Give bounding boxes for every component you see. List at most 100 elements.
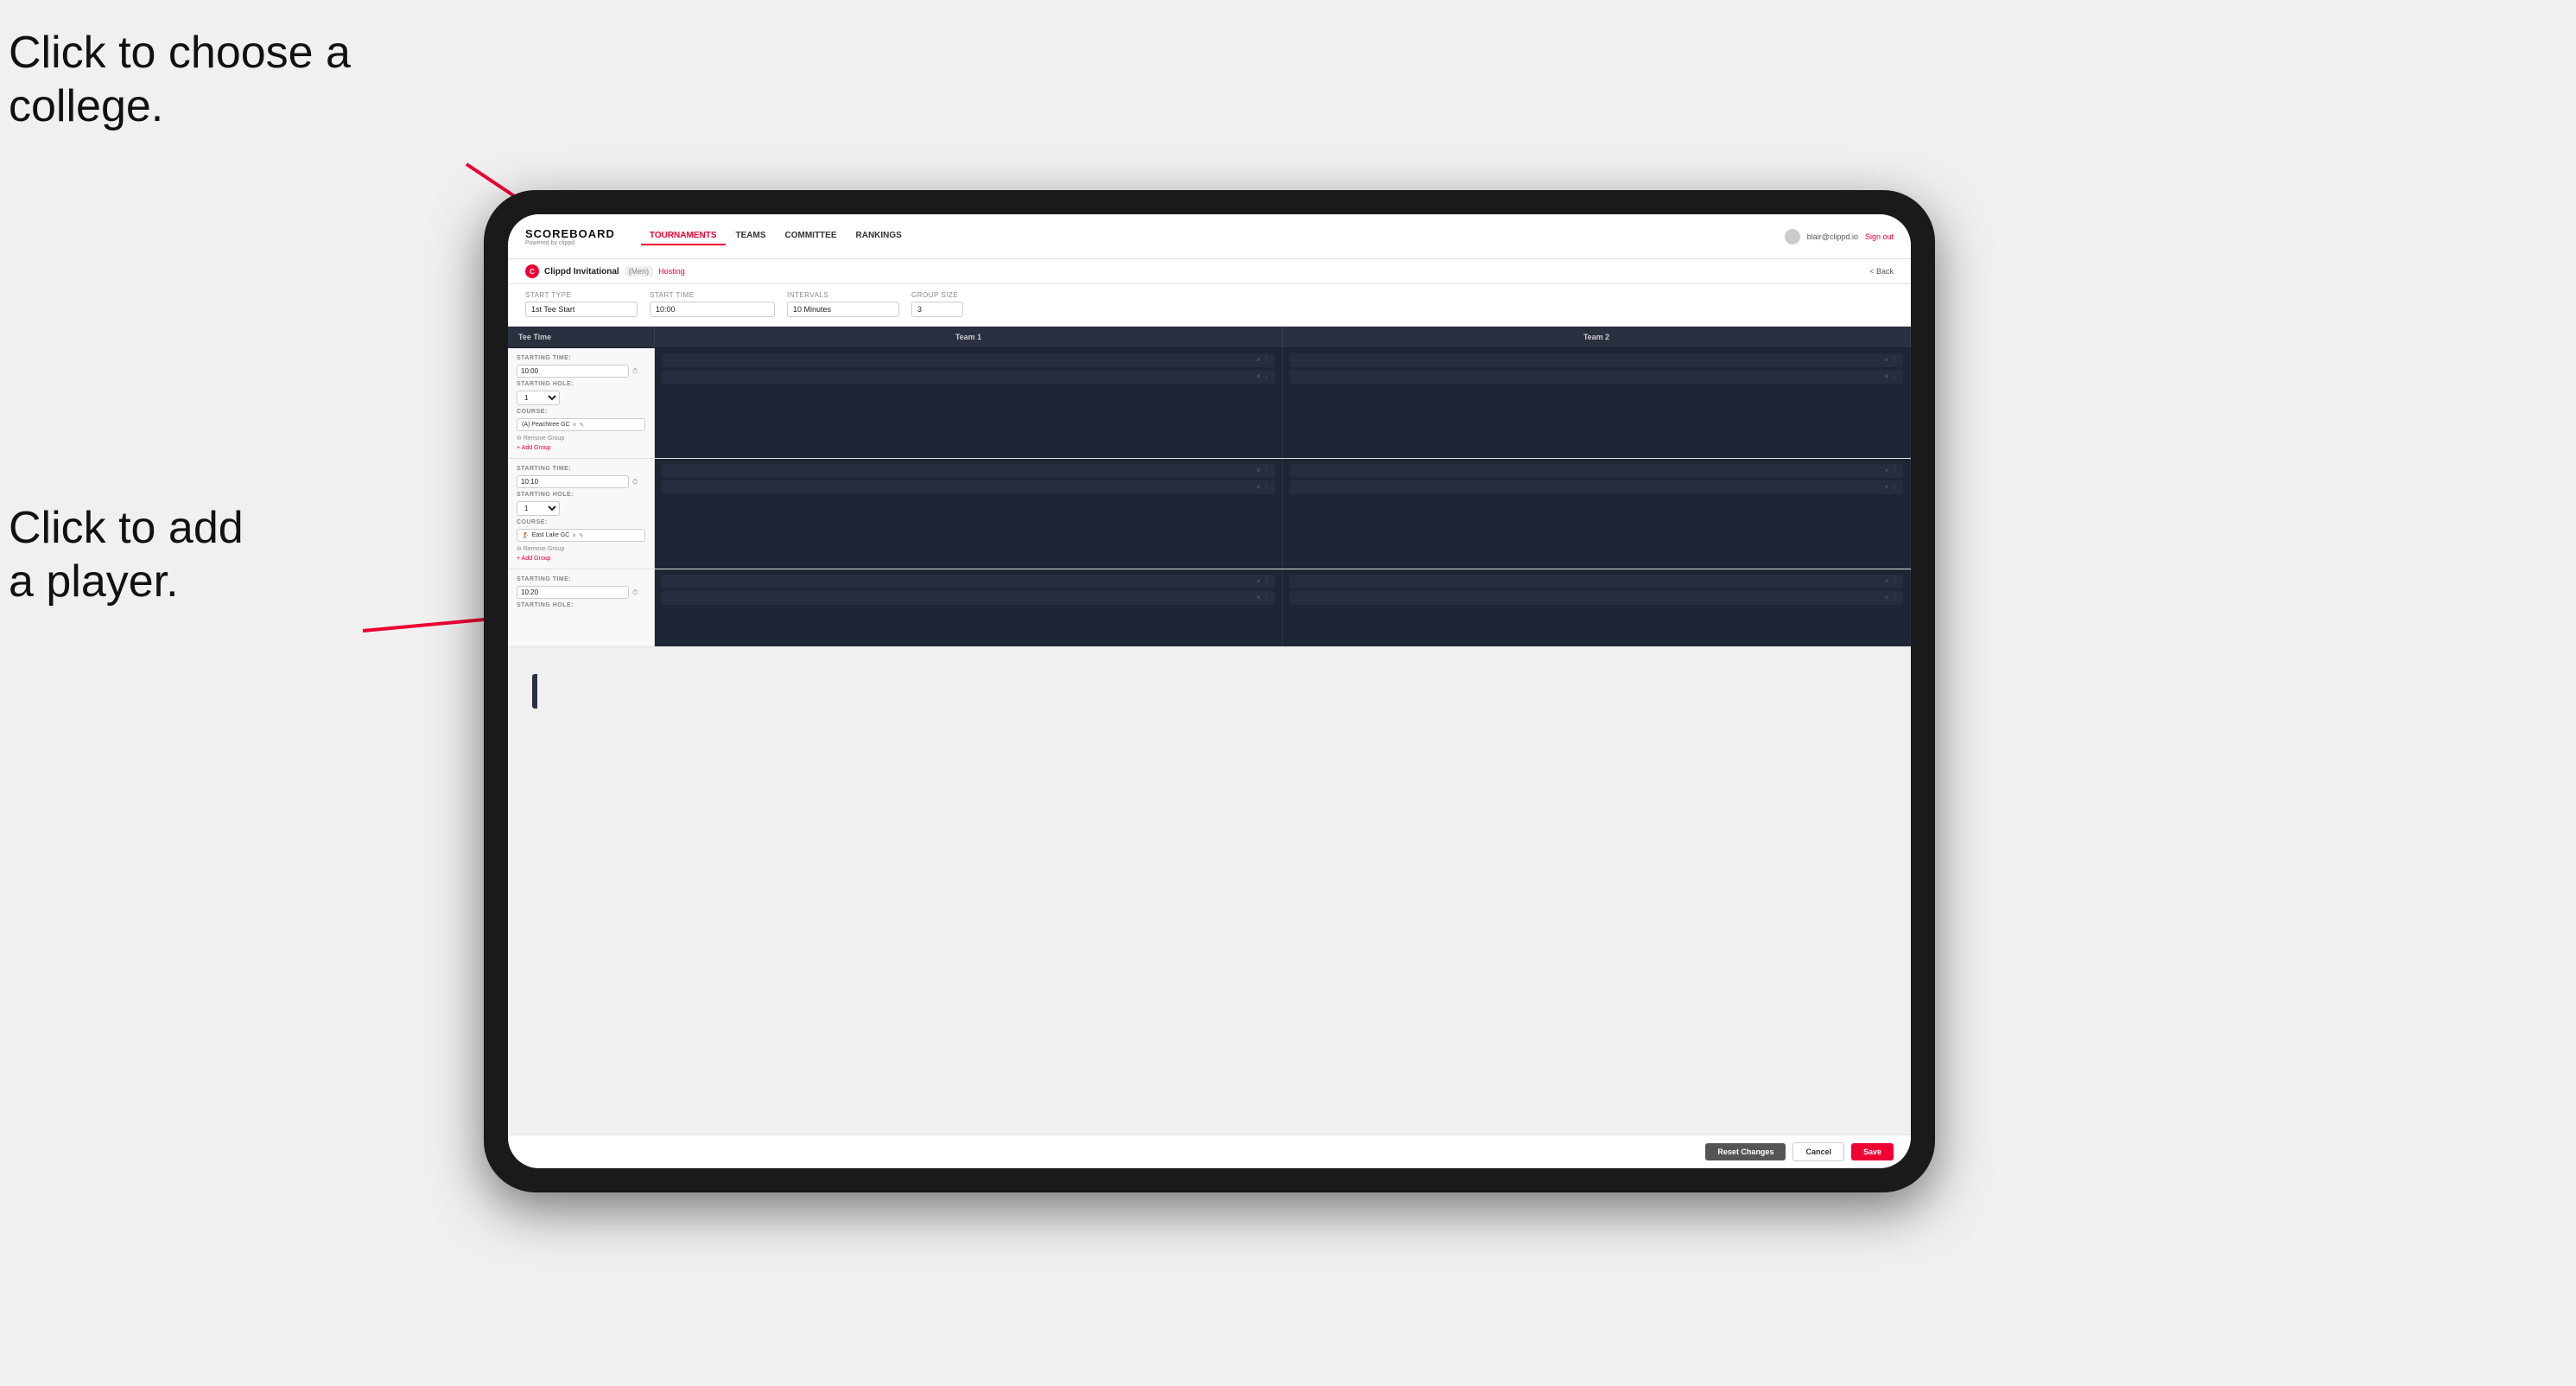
intervals-group: Intervals 10 Minutes — [787, 291, 899, 317]
player-edit-btn[interactable]: ⋮ — [1263, 357, 1270, 364]
player-edit-btn[interactable]: ⋮ — [1891, 578, 1898, 585]
course-tag-2-edit[interactable]: ✎ — [579, 532, 584, 539]
player-x-btn[interactable]: × — [1884, 373, 1888, 380]
remove-group-2[interactable]: ⊖ Remove Group — [517, 545, 645, 552]
player-row[interactable]: × ⋮ — [1290, 591, 1903, 605]
player-row[interactable]: × ⋮ — [1290, 575, 1903, 588]
starting-hole-select-1[interactable]: 1 — [517, 391, 560, 405]
start-time-input[interactable] — [650, 302, 775, 317]
course-tag-2[interactable]: 🏌 East Lake GC × ✎ — [517, 529, 645, 542]
player-actions: × ⋮ — [1256, 594, 1270, 601]
start-type-select[interactable]: 1st Tee Start — [525, 302, 638, 317]
group-size-group: Group Size 3 — [911, 291, 963, 317]
player-x-btn[interactable]: × — [1256, 467, 1260, 474]
team1-cell-3: × ⋮ × ⋮ — [655, 569, 1283, 646]
table-header: Tee Time Team 1 Team 2 — [508, 327, 1911, 348]
player-row[interactable]: × ⋮ — [1290, 480, 1903, 494]
player-edit-btn[interactable]: ⋮ — [1263, 484, 1270, 491]
start-type-group: Start Type 1st Tee Start — [525, 291, 638, 317]
starting-hole-row-2: 1 — [517, 501, 645, 516]
group-size-label: Group Size — [911, 291, 963, 299]
header-right: blair@clippd.io Sign out — [1785, 229, 1894, 245]
player-actions: × ⋮ — [1884, 373, 1898, 380]
starting-time-row-1: ⏱ — [517, 365, 645, 378]
course-tag-1-edit[interactable]: ✎ — [579, 422, 584, 429]
bottom-bar: Reset Changes Cancel Save — [508, 1135, 1911, 1168]
player-actions: × ⋮ — [1884, 578, 1898, 585]
starting-time-input-2[interactable] — [517, 475, 629, 488]
sign-out-link[interactable]: Sign out — [1865, 232, 1894, 241]
player-edit-btn[interactable]: ⋮ — [1891, 467, 1898, 474]
player-edit-btn[interactable]: ⋮ — [1263, 594, 1270, 601]
starting-time-input-1[interactable] — [517, 365, 629, 378]
player-row[interactable]: × ⋮ — [662, 370, 1275, 384]
tournament-title: Clippd Invitational — [544, 267, 619, 277]
starting-time-label-3: STARTING TIME: — [517, 576, 645, 582]
player-edit-btn[interactable]: ⋮ — [1891, 373, 1898, 380]
player-actions: × ⋮ — [1884, 357, 1898, 364]
starting-time-row-2: ⏱ — [517, 475, 645, 488]
group-size-select[interactable]: 3 — [911, 302, 963, 317]
start-time-label: Start Time — [650, 291, 775, 299]
brand-sub: Powered by clippd — [525, 240, 615, 246]
add-group-2[interactable]: + Add Group — [517, 556, 645, 562]
player-edit-btn[interactable]: ⋮ — [1891, 357, 1898, 364]
course-tag-1[interactable]: (A) Peachtree GC × ✎ — [517, 418, 645, 431]
breadcrumb-logo: C — [525, 264, 539, 278]
player-actions: × ⋮ — [1256, 578, 1270, 585]
player-row[interactable]: × ⋮ — [662, 353, 1275, 367]
player-x-btn[interactable]: × — [1256, 578, 1260, 585]
nav-rankings[interactable]: RANKINGS — [847, 227, 910, 245]
group-1-left: STARTING TIME: ⏱ STARTING HOLE: 1 COURSE… — [508, 348, 655, 458]
starting-hole-label-2: STARTING HOLE: — [517, 492, 645, 498]
player-row[interactable]: × ⋮ — [1290, 464, 1903, 478]
team2-cell-3: × ⋮ × ⋮ — [1283, 569, 1911, 646]
nav-committee[interactable]: COMMITTEE — [777, 227, 846, 245]
back-button[interactable]: < Back — [1869, 267, 1894, 276]
player-x-btn[interactable]: × — [1256, 484, 1260, 491]
course-tag-2-remove[interactable]: × — [572, 531, 576, 539]
add-group-1[interactable]: + Add Group — [517, 445, 645, 451]
player-row[interactable]: × ⋮ — [1290, 353, 1903, 367]
course-icon-2: 🏌 — [522, 532, 530, 539]
cancel-button[interactable]: Cancel — [1792, 1142, 1844, 1161]
annotation-choose-college: Click to choose a college. — [9, 26, 351, 134]
nav-teams[interactable]: TEAMS — [727, 227, 775, 245]
app-container: SCOREBOARD Powered by clippd TOURNAMENTS… — [508, 214, 1911, 1168]
intervals-select[interactable]: 10 Minutes — [787, 302, 899, 317]
player-row[interactable]: × ⋮ — [662, 464, 1275, 478]
remove-group-1[interactable]: ⊖ Remove Group — [517, 435, 645, 442]
th-tee-time: Tee Time — [508, 327, 655, 347]
starting-hole-select-2[interactable]: 1 — [517, 501, 560, 516]
player-row[interactable]: × ⋮ — [662, 480, 1275, 494]
player-edit-btn[interactable]: ⋮ — [1891, 484, 1898, 491]
controls-row: Start Type 1st Tee Start Start Time Inte… — [525, 291, 1894, 317]
group-row: STARTING TIME: ⏱ STARTING HOLE: 1 COURSE… — [508, 459, 1911, 569]
player-edit-btn[interactable]: ⋮ — [1263, 467, 1270, 474]
player-x-btn[interactable]: × — [1256, 357, 1260, 364]
player-row[interactable]: × ⋮ — [1290, 370, 1903, 384]
player-x-btn[interactable]: × — [1884, 578, 1888, 585]
group-2-left: STARTING TIME: ⏱ STARTING HOLE: 1 COURSE… — [508, 459, 655, 569]
player-x-btn[interactable]: × — [1256, 594, 1260, 601]
player-row[interactable]: × ⋮ — [662, 591, 1275, 605]
save-button[interactable]: Save — [1851, 1143, 1894, 1160]
nav-tournaments[interactable]: TOURNAMENTS — [641, 227, 726, 245]
course-tag-1-remove[interactable]: × — [573, 421, 577, 429]
brand-title: SCOREBOARD — [525, 227, 615, 240]
player-x-btn[interactable]: × — [1884, 594, 1888, 601]
player-x-btn[interactable]: × — [1884, 357, 1888, 364]
reset-button[interactable]: Reset Changes — [1705, 1143, 1786, 1160]
player-x-btn[interactable]: × — [1884, 467, 1888, 474]
player-x-btn[interactable]: × — [1884, 484, 1888, 491]
side-tab[interactable] — [532, 674, 537, 709]
tablet-frame: SCOREBOARD Powered by clippd TOURNAMENTS… — [484, 190, 1935, 1192]
player-edit-btn[interactable]: ⋮ — [1263, 578, 1270, 585]
starting-time-input-3[interactable] — [517, 586, 629, 599]
player-edit-btn[interactable]: ⋮ — [1263, 373, 1270, 380]
course-tag-2-text: East Lake GC — [532, 532, 570, 538]
course-tag-1-text: (A) Peachtree GC — [522, 422, 570, 428]
player-edit-btn[interactable]: ⋮ — [1891, 594, 1898, 601]
player-row[interactable]: × ⋮ — [662, 575, 1275, 588]
player-x-btn[interactable]: × — [1256, 373, 1260, 380]
